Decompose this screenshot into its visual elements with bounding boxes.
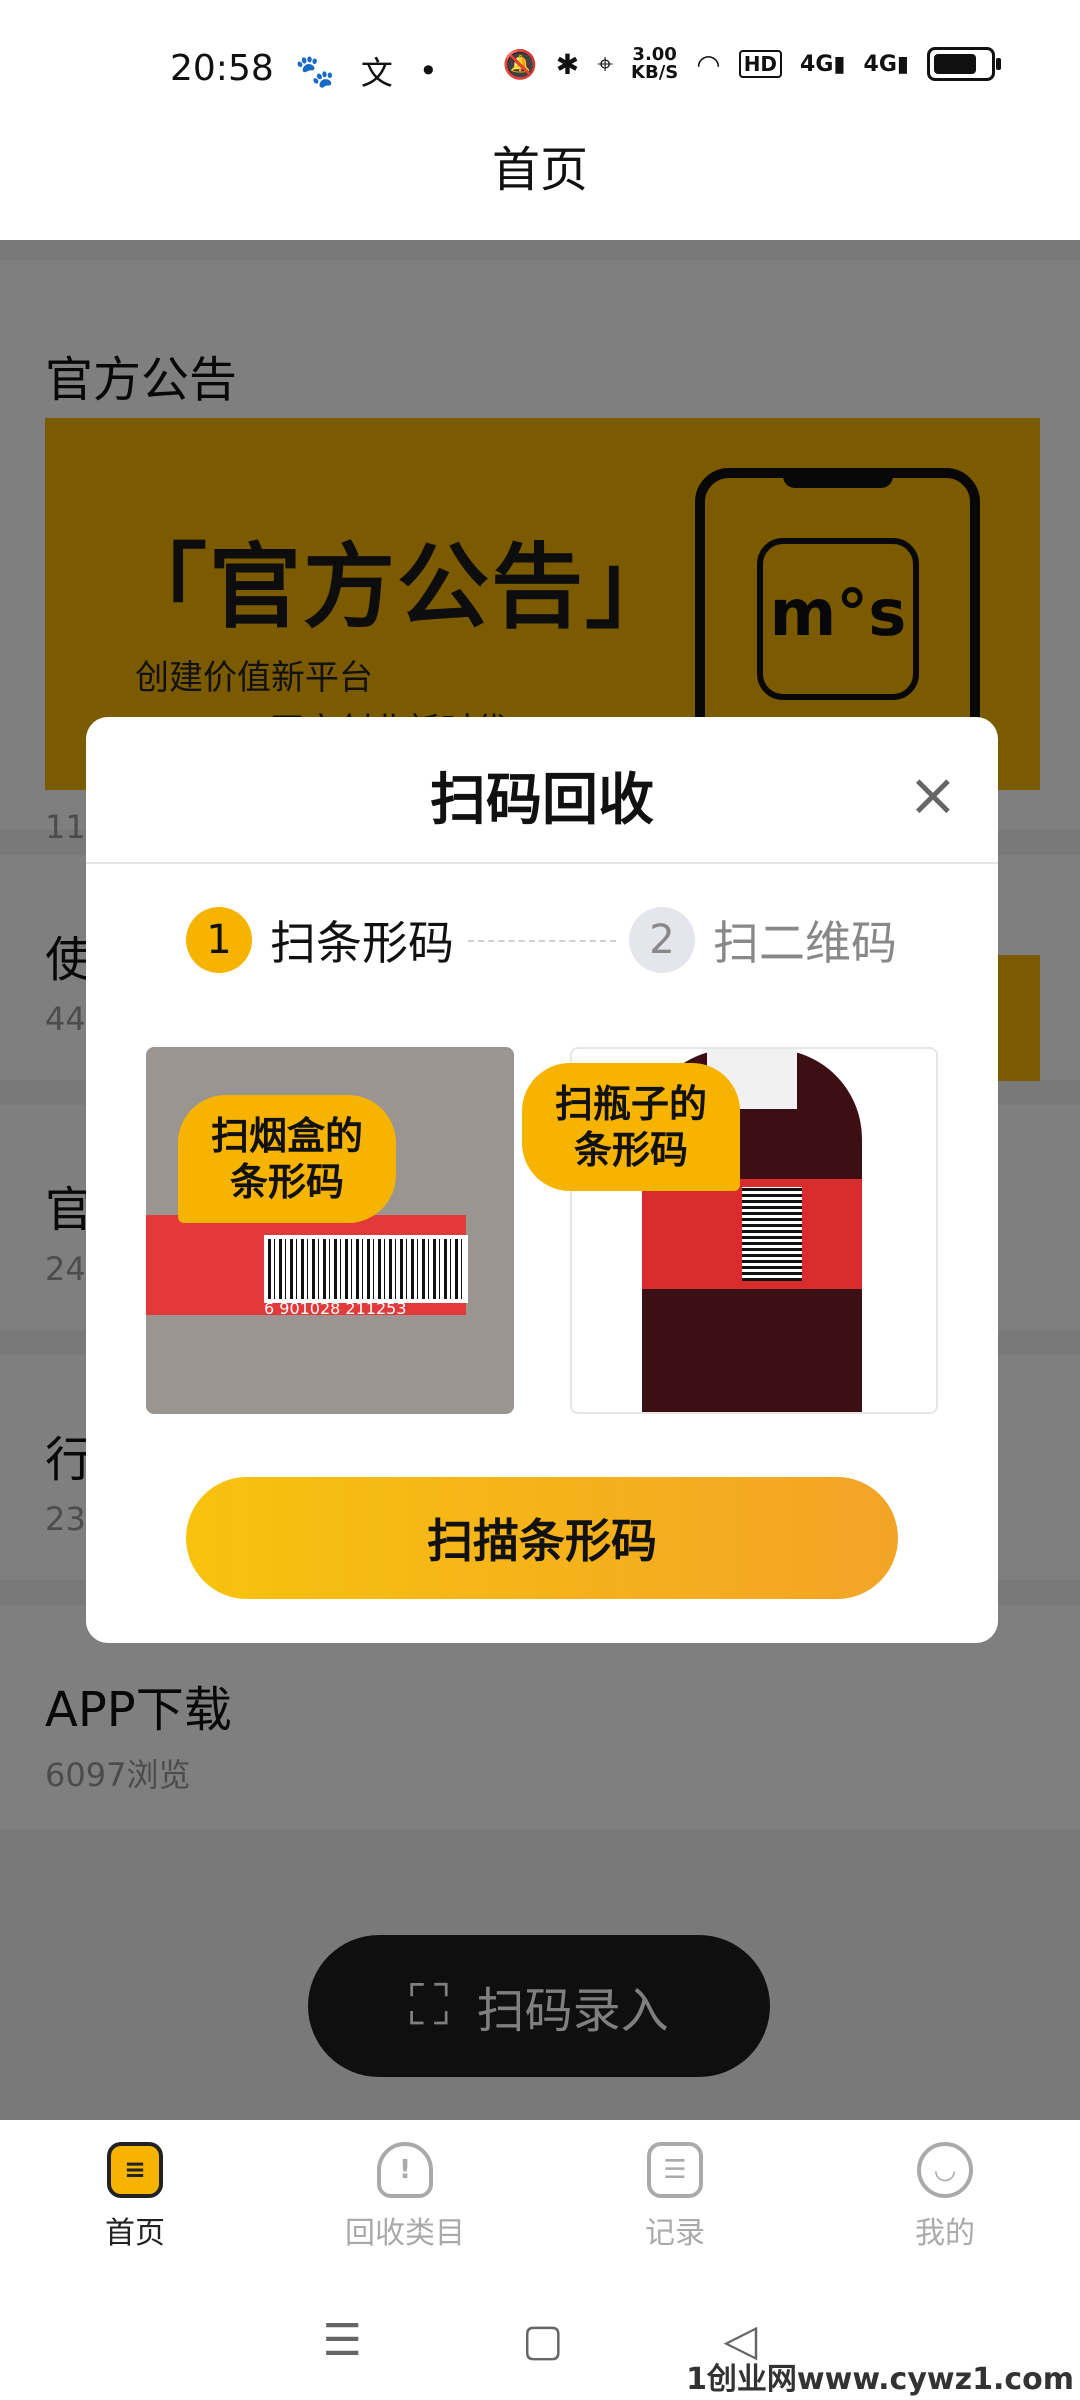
- step-label: 扫二维码: [713, 916, 897, 970]
- signal-icon-2: 4G▮: [863, 51, 909, 77]
- step-number: 1: [186, 907, 252, 973]
- mute-icon: 🔕: [502, 47, 538, 81]
- step-number: 2: [629, 907, 695, 973]
- bluetooth-icon: ✱: [555, 47, 580, 81]
- battery-icon: [927, 47, 1001, 81]
- wifi-icon: ◠: [696, 47, 721, 81]
- page-title: 首页: [491, 142, 588, 198]
- baidu-icon: 🐾: [295, 52, 335, 90]
- tab-mine[interactable]: ◡ 我的: [810, 2120, 1080, 2280]
- header: 首页: [0, 120, 1080, 240]
- tab-home[interactable]: ≡ 首页: [0, 2120, 270, 2280]
- step-indicator: 1 扫条形码 2 扫二维码: [86, 907, 998, 997]
- scan-barcode-button[interactable]: 扫描条形码: [186, 1477, 898, 1599]
- status-bar: 20:58 🐾 文 • 🔕 ✱ ⌖ 3.00 KB/S ◠ HD 4G▮ 4G▮: [0, 0, 1080, 120]
- smile-icon: ◡: [917, 2142, 973, 2198]
- translate-icon: 文: [360, 54, 393, 92]
- hd-badge: HD: [738, 50, 783, 78]
- dot-icon: •: [418, 52, 438, 90]
- network-speed: 3.00 KB/S: [631, 44, 679, 83]
- watermark: 1创业网www.cywz1.com: [686, 2362, 1074, 2397]
- tab-categories[interactable]: ! 回收类目: [270, 2120, 540, 2280]
- step-label: 扫条形码: [270, 916, 454, 970]
- menu-icon[interactable]: ☰: [323, 2315, 362, 2366]
- scan-recycle-dialog: 扫码回收 × 1 扫条形码 2 扫二维码 6 901028 211253 扫烟盒…: [86, 717, 998, 1643]
- dialog-title: 扫码回收: [430, 768, 654, 833]
- step-qrcode[interactable]: 2 扫二维码: [629, 907, 897, 973]
- bottle-photo: 扫瓶子的 条形码: [522, 1047, 938, 1414]
- home-bag-icon: ≡: [107, 2142, 163, 2198]
- pentagon-icon: !: [377, 2142, 433, 2198]
- close-icon[interactable]: ×: [908, 765, 958, 825]
- signal-icon: 4G▮: [800, 51, 846, 77]
- barcode-graphic: [742, 1187, 802, 1281]
- photo-tip: 扫瓶子的 条形码: [522, 1063, 740, 1191]
- cigarette-box-photo: 6 901028 211253 扫烟盒的 条形码: [146, 1047, 514, 1414]
- divider: [86, 862, 998, 864]
- tab-records[interactable]: ☰ 记录: [540, 2120, 810, 2280]
- location-icon: ⌖: [597, 47, 614, 80]
- home-square-icon[interactable]: ▢: [522, 2315, 564, 2366]
- barcode-number: 6 901028 211253: [264, 1299, 407, 1318]
- barcode-graphic: [264, 1235, 468, 1303]
- example-photos: 6 901028 211253 扫烟盒的 条形码 扫瓶子的 条形码: [146, 1047, 938, 1414]
- step-barcode[interactable]: 1 扫条形码: [186, 907, 454, 973]
- document-icon: ☰: [647, 2142, 703, 2198]
- status-time: 20:58: [170, 48, 274, 89]
- bottom-tab-bar: ≡ 首页 ! 回收类目 ☰ 记录 ◡ 我的: [0, 2120, 1080, 2280]
- step-connector: [468, 940, 616, 942]
- photo-tip: 扫烟盒的 条形码: [178, 1095, 396, 1223]
